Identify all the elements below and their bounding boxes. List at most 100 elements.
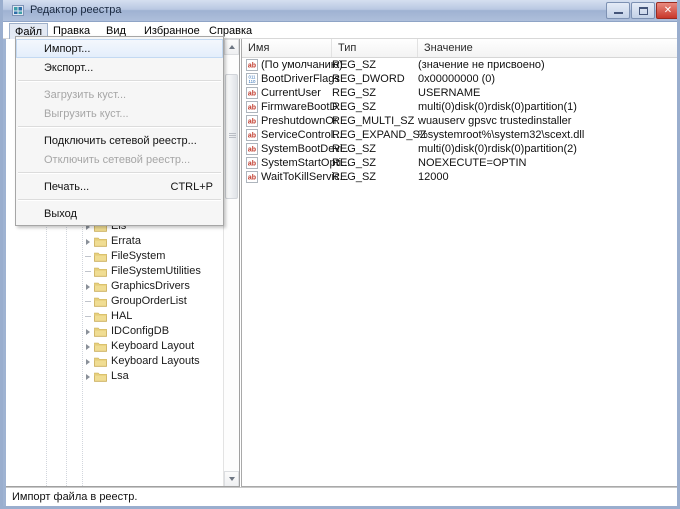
string-value-icon: ab	[246, 143, 258, 155]
value-name: CurrentUser	[261, 87, 321, 99]
file-menu-item-label: Печать...	[44, 180, 90, 193]
file-menu-item[interactable]: Импорт...	[16, 39, 223, 58]
svg-text:ab: ab	[248, 133, 256, 140]
folder-icon	[93, 294, 108, 309]
value-data: USERNAME	[418, 87, 481, 99]
tree-item[interactable]: Lsa	[6, 369, 224, 384]
value-data: NOEXECUTE=OPTIN	[418, 157, 527, 169]
folder-icon	[93, 324, 108, 339]
minimize-button[interactable]	[606, 2, 630, 19]
tree-item[interactable]: FileSystem	[6, 249, 224, 264]
folder-icon	[93, 234, 108, 249]
menu-label: Избранное	[144, 24, 200, 37]
expand-arrow-icon[interactable]	[82, 339, 93, 354]
menu-separator	[18, 80, 221, 82]
value-row[interactable]: ab SystemBootDevi... REG_SZ multi(0)disk(0)…	[242, 142, 677, 156]
expand-arrow-icon[interactable]	[82, 354, 93, 369]
column-header-type[interactable]: Тип	[332, 39, 418, 57]
menu-separator	[18, 172, 221, 174]
expand-arrow-icon[interactable]	[82, 324, 93, 339]
expand-arrow-icon[interactable]	[82, 234, 93, 249]
tree-item-label: Keyboard Layout	[111, 340, 195, 352]
column-header-label: Значение	[424, 42, 473, 54]
menu-separator	[18, 199, 221, 201]
svg-text:ab: ab	[248, 161, 256, 168]
svg-text:110: 110	[249, 79, 257, 84]
tree-item[interactable]: Keyboard Layout	[6, 339, 224, 354]
value-row[interactable]: ab CurrentUser REG_SZ USERNAME	[242, 86, 677, 100]
close-button[interactable]: ✕	[656, 2, 677, 19]
value-type: REG_SZ	[332, 59, 377, 71]
file-menu-item-label: Подключить сетевой реестр...	[44, 134, 197, 147]
value-data: 12000	[418, 171, 449, 183]
folder-icon	[93, 369, 108, 384]
value-type: REG_SZ	[332, 171, 377, 183]
svg-text:ab: ab	[248, 63, 256, 70]
value-row[interactable]: ab SystemStartOpti... REG_SZ NOEXECUTE=OPT…	[242, 156, 677, 170]
file-menu-item-label: Отключить сетевой реестр...	[44, 153, 191, 166]
column-header-value[interactable]: Значение	[418, 39, 677, 57]
file-menu-item: Отключить сетевой реестр...	[16, 150, 223, 169]
value-data: multi(0)disk(0)rdisk(0)partition(2)	[418, 143, 577, 155]
column-header-label: Тип	[338, 42, 357, 54]
tree-item-label: GraphicsDrivers	[111, 280, 190, 292]
column-header-name[interactable]: Имя	[242, 39, 332, 57]
value-name: ServiceControl...	[261, 129, 343, 141]
tree-connector-icon	[82, 264, 93, 279]
tree-item[interactable]: Errata	[6, 234, 224, 249]
tree-item[interactable]: GroupOrderList	[6, 294, 224, 309]
file-menu-item[interactable]: Печать... CTRL+P	[16, 177, 223, 196]
expand-arrow-icon[interactable]	[82, 279, 93, 294]
file-menu-item-label: Импорт...	[44, 42, 91, 55]
value-row[interactable]: ab FirmwareBootD... REG_SZ multi(0)disk(0)r…	[242, 100, 677, 114]
menu-separator	[18, 126, 221, 128]
value-row[interactable]: ab WaitToKillServic... REG_SZ 12000	[242, 170, 677, 184]
scroll-down-icon[interactable]	[224, 471, 239, 486]
expand-arrow-icon[interactable]	[82, 369, 93, 384]
maximize-button[interactable]	[631, 2, 655, 19]
values-column-header: Имя Тип Значение	[242, 39, 677, 58]
dword-value-icon: 011 110	[246, 73, 258, 85]
tree-item[interactable]: GraphicsDrivers	[6, 279, 224, 294]
close-icon: ✕	[663, 4, 673, 16]
tree-item[interactable]: Keyboard Layouts	[6, 354, 224, 369]
string-value-icon: ab	[246, 87, 258, 99]
file-menu-item: Выгрузить куст...	[16, 104, 223, 123]
file-menu-item[interactable]: Выход	[16, 204, 223, 223]
tree-connector-icon	[82, 249, 93, 264]
value-row[interactable]: 011 110 BootDriverFlags REG_DWORD 0x00000000…	[242, 72, 677, 86]
tree-item-label: GroupOrderList	[111, 295, 187, 307]
value-data: wuauserv gpsvc trustedinstaller	[418, 115, 572, 127]
file-menu-item-label: Выгрузить куст...	[44, 107, 129, 120]
value-row[interactable]: ab PreshutdownOr... REG_MULTI_SZ wuauserv g…	[242, 114, 677, 128]
tree-item[interactable]: FileSystemUtilities	[6, 264, 224, 279]
folder-icon	[93, 354, 108, 369]
scroll-up-icon[interactable]	[224, 39, 239, 55]
svg-text:ab: ab	[248, 91, 256, 98]
status-text: Импорт файла в реестр.	[12, 491, 138, 503]
value-data: 0x00000000 (0)	[418, 73, 496, 85]
value-row[interactable]: ab (По умолчанию) REG_SZ (значение не присв…	[242, 58, 677, 72]
tree-item[interactable]: IDConfigDB	[6, 324, 224, 339]
svg-text:ab: ab	[248, 105, 256, 112]
file-menu-item[interactable]: Экспорт...	[16, 58, 223, 77]
menu-label: Справка	[209, 24, 253, 37]
tree-item-label: HAL	[111, 310, 133, 322]
registry-editor-window: Редактор реестра ✕ Файл Правка Вид Избранно…	[0, 0, 680, 509]
tree-scrollbar[interactable]	[223, 39, 239, 486]
file-menu-item[interactable]: Подключить сетевой реестр...	[16, 131, 223, 150]
file-menu-item-shortcut: CTRL+P	[170, 180, 214, 193]
tree-scrollbar-thumb[interactable]	[225, 74, 238, 199]
tree-item-label: FileSystemUtilities	[111, 265, 201, 277]
string-value-icon: ab	[246, 157, 258, 169]
tree-connector-icon	[82, 294, 93, 309]
tree-item-label: IDConfigDB	[111, 325, 170, 337]
menu-label: Вид	[106, 24, 126, 37]
tree-item-label: Errata	[111, 235, 141, 247]
string-value-icon: ab	[246, 171, 258, 183]
tree-item[interactable]: HAL	[6, 309, 224, 324]
value-row[interactable]: ab ServiceControl... REG_EXPAND_SZ %systemr…	[242, 128, 677, 142]
svg-text:ab: ab	[248, 147, 256, 154]
registry-editor-icon	[12, 4, 25, 17]
value-name: (По умолчанию)	[261, 59, 343, 71]
